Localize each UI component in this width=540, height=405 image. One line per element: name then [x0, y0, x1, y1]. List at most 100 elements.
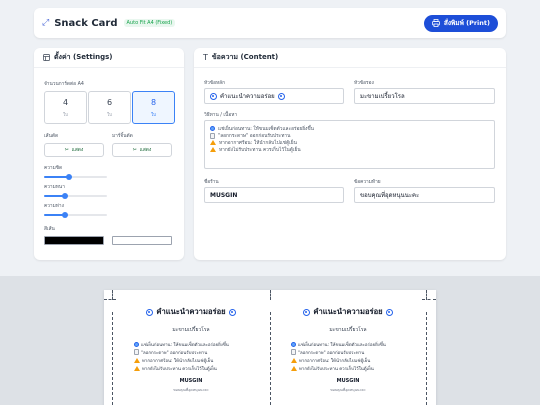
swirl-icon	[210, 126, 215, 131]
card-line: หากอากาศร้อน: ให้นำกลับไปแช่ตู้เย็น	[134, 356, 267, 364]
card-line: "ลอกกระดาษ" ออกก่อนรับประทาน	[134, 348, 267, 356]
footer-label: ข้อความท้าย	[354, 180, 381, 185]
card-title-text: คำแนะนำความอร่อย	[313, 307, 383, 316]
warning-icon	[210, 147, 216, 152]
card-thanks: ขอบคุณที่อุดหนุนนะคะ	[330, 388, 366, 392]
count-unit: ใบ	[150, 113, 157, 118]
text-icon: T	[203, 53, 208, 62]
settings-icon	[43, 54, 50, 61]
card-line: แช่เย็นก่อนทาน: ให้ขนมเซ็ตตัวและอร่อยยิ่…	[291, 340, 424, 348]
details-line: หากยังไม่รับประทาน ควรเก็บไว้ในตู้เย็น	[210, 146, 489, 153]
mode-badge: Auto Fit A4 (Fixed)	[123, 19, 176, 27]
card-subtitle: มะขามเปรี้ยวโรล	[329, 327, 367, 333]
subheading-input[interactable]: มะขามเปรี้ยวโรล	[354, 88, 495, 104]
count-option-8[interactable]: 8 ใบ	[132, 91, 175, 124]
cut-guide	[422, 299, 436, 300]
card-lines: แช่เย็นก่อนทาน: ให้ขนมเซ็ตตัวและอร่อยยิ่…	[272, 340, 424, 372]
content-title: ข้อความ (Content)	[211, 53, 279, 61]
card-title: คำแนะนำความอร่อย	[115, 306, 267, 318]
cut-guide	[270, 312, 271, 405]
swirl-icon	[303, 308, 311, 316]
a4-sheet: คำแนะนำความอร่อย มะขามเปรี้ยวโรล แช่เย็น…	[104, 290, 436, 405]
card-thanks: ขอบคุณที่อุดหนุนนะคะ	[173, 388, 209, 392]
card-line-text: หากอากาศร้อน: ให้นำกลับไปแช่ตู้เย็น	[142, 358, 214, 364]
content-panel: T ข้อความ (Content) หัวข้อหลัก คำแนะนำคว…	[194, 48, 506, 260]
count-value: 4	[62, 98, 69, 107]
app-header: ⤢ Snack Card Auto Fit A4 (Fixed) สั่งพิม…	[34, 8, 506, 38]
shop-name-input[interactable]: MUSGIN	[204, 187, 344, 203]
card-shop-name: MUSGIN	[336, 378, 360, 384]
heading-input[interactable]: คำแนะนำความอร่อย	[204, 88, 344, 104]
line-color-label: สีเส้น	[44, 227, 55, 232]
warning-icon	[210, 140, 216, 145]
star-icon	[291, 341, 296, 347]
star-icon	[134, 341, 139, 347]
subheading-label: หัวข้อรอง	[354, 81, 374, 86]
count-unit: ใบ	[62, 113, 69, 118]
thickness-slider[interactable]	[44, 192, 107, 199]
slider2-label: ความหนา	[44, 185, 65, 190]
warning-icon	[134, 357, 140, 363]
cut-guide	[112, 312, 113, 405]
app-title: Snack Card	[54, 17, 118, 29]
gap-slider[interactable]	[44, 211, 107, 218]
card-line: "ลอกกระดาษ" ออกก่อนรับประทาน	[291, 348, 424, 356]
card-line-text: แช่เย็นก่อนทาน: ให้ขนมเซ็ตตัวและอร่อยยิ่…	[298, 342, 386, 348]
card-line-text: หากยังไม่รับประทาน ควรเก็บไว้ในตู้เย็น	[142, 366, 217, 372]
document-icon	[291, 349, 296, 355]
card-line: แช่เย็นก่อนทาน: ให้ขนมเซ็ตตัวและอร่อยยิ่…	[134, 340, 267, 348]
card-border-toggle[interactable]: ✂ แสดง	[112, 143, 172, 157]
swirl-icon	[385, 308, 393, 316]
count-unit: ใบ	[106, 113, 113, 118]
card-line-text: "ลอกกระดาษ" ออกก่อนรับประทาน	[141, 350, 208, 356]
swirl-icon	[228, 308, 236, 316]
printer-icon	[431, 19, 440, 27]
cut-guide	[104, 299, 116, 300]
document-icon	[134, 349, 139, 355]
print-button[interactable]: สั่งพิมพ์ (Print)	[423, 14, 498, 32]
card-count-label: จำนวนการ์ดต่อ A4	[44, 82, 84, 87]
swirl-icon	[210, 92, 217, 100]
settings-title: ตั้งค่า (Settings)	[54, 53, 113, 61]
slider-handle[interactable]	[61, 211, 68, 218]
details-label: วิธีทาน / เนื้อหา	[204, 113, 238, 118]
spacing-slider[interactable]	[44, 173, 107, 180]
slider-handle[interactable]	[66, 173, 73, 180]
heading-input-value: คำแนะนำความอร่อย	[220, 93, 275, 100]
slider-handle[interactable]	[61, 192, 68, 199]
warning-icon	[291, 365, 297, 371]
card-title: คำแนะนำความอร่อย	[272, 306, 424, 318]
slider1-label: ความชิด	[44, 166, 63, 171]
shop-name-label: ชื่อร้าน	[204, 180, 219, 185]
count-option-4[interactable]: 4 ใบ	[44, 91, 87, 124]
card-line-text: หากยังไม่รับประทาน ควรเก็บไว้ในตู้เย็น	[299, 366, 374, 372]
scissors-icon: ✂	[132, 147, 137, 153]
warning-icon	[134, 365, 140, 371]
cut-line-label: เส้นตัด	[44, 134, 59, 139]
content-header: T ข้อความ (Content)	[194, 48, 506, 68]
card-border-label: มาร์จิ้นตัด	[112, 134, 133, 139]
card-line: หากยังไม่รับประทาน ควรเก็บไว้ในตู้เย็น	[134, 364, 267, 372]
print-button-label: สั่งพิมพ์ (Print)	[443, 19, 490, 27]
card-line-text: "ลอกกระดาษ" ออกก่อนรับประทาน	[298, 350, 365, 356]
details-textarea[interactable]: แช่เย็นก่อนทาน: ให้ขนมเซ็ตตัวและอร่อยยิ่…	[204, 120, 495, 169]
slider3-label: ความห่าง	[44, 204, 64, 209]
count-option-6[interactable]: 6 ใบ	[88, 91, 131, 124]
scissors-icon: ✂	[64, 147, 69, 153]
settings-header: ตั้งค่า (Settings)	[34, 48, 184, 68]
resize-icon: ⤢	[42, 18, 50, 28]
card-title-text: คำแนะนำความอร่อย	[156, 307, 226, 316]
footer-input[interactable]: ขอบคุณที่อุดหนุนนะคะ	[354, 187, 495, 203]
card-shop-name: MUSGIN	[179, 378, 203, 384]
warning-icon	[291, 357, 297, 363]
preview-card: คำแนะนำความอร่อย มะขามเปรี้ยวโรล แช่เย็น…	[272, 306, 424, 393]
card-line: หากอากาศร้อน: ให้นำกลับไปแช่ตู้เย็น	[291, 356, 424, 364]
cut-line-toggle-label: แสดง	[71, 148, 84, 153]
details-line-text: หากยังไม่รับประทาน ควรเก็บไว้ในตู้เย็น	[219, 147, 301, 153]
color-swatch-dark[interactable]	[44, 236, 104, 245]
color-swatch-light[interactable]	[112, 236, 172, 245]
cut-line-toggle[interactable]: ✂ แสดง	[44, 143, 104, 157]
card-line: หากยังไม่รับประทาน ควรเก็บไว้ในตู้เย็น	[291, 364, 424, 372]
swirl-icon	[146, 308, 154, 316]
cut-guide	[426, 312, 427, 405]
